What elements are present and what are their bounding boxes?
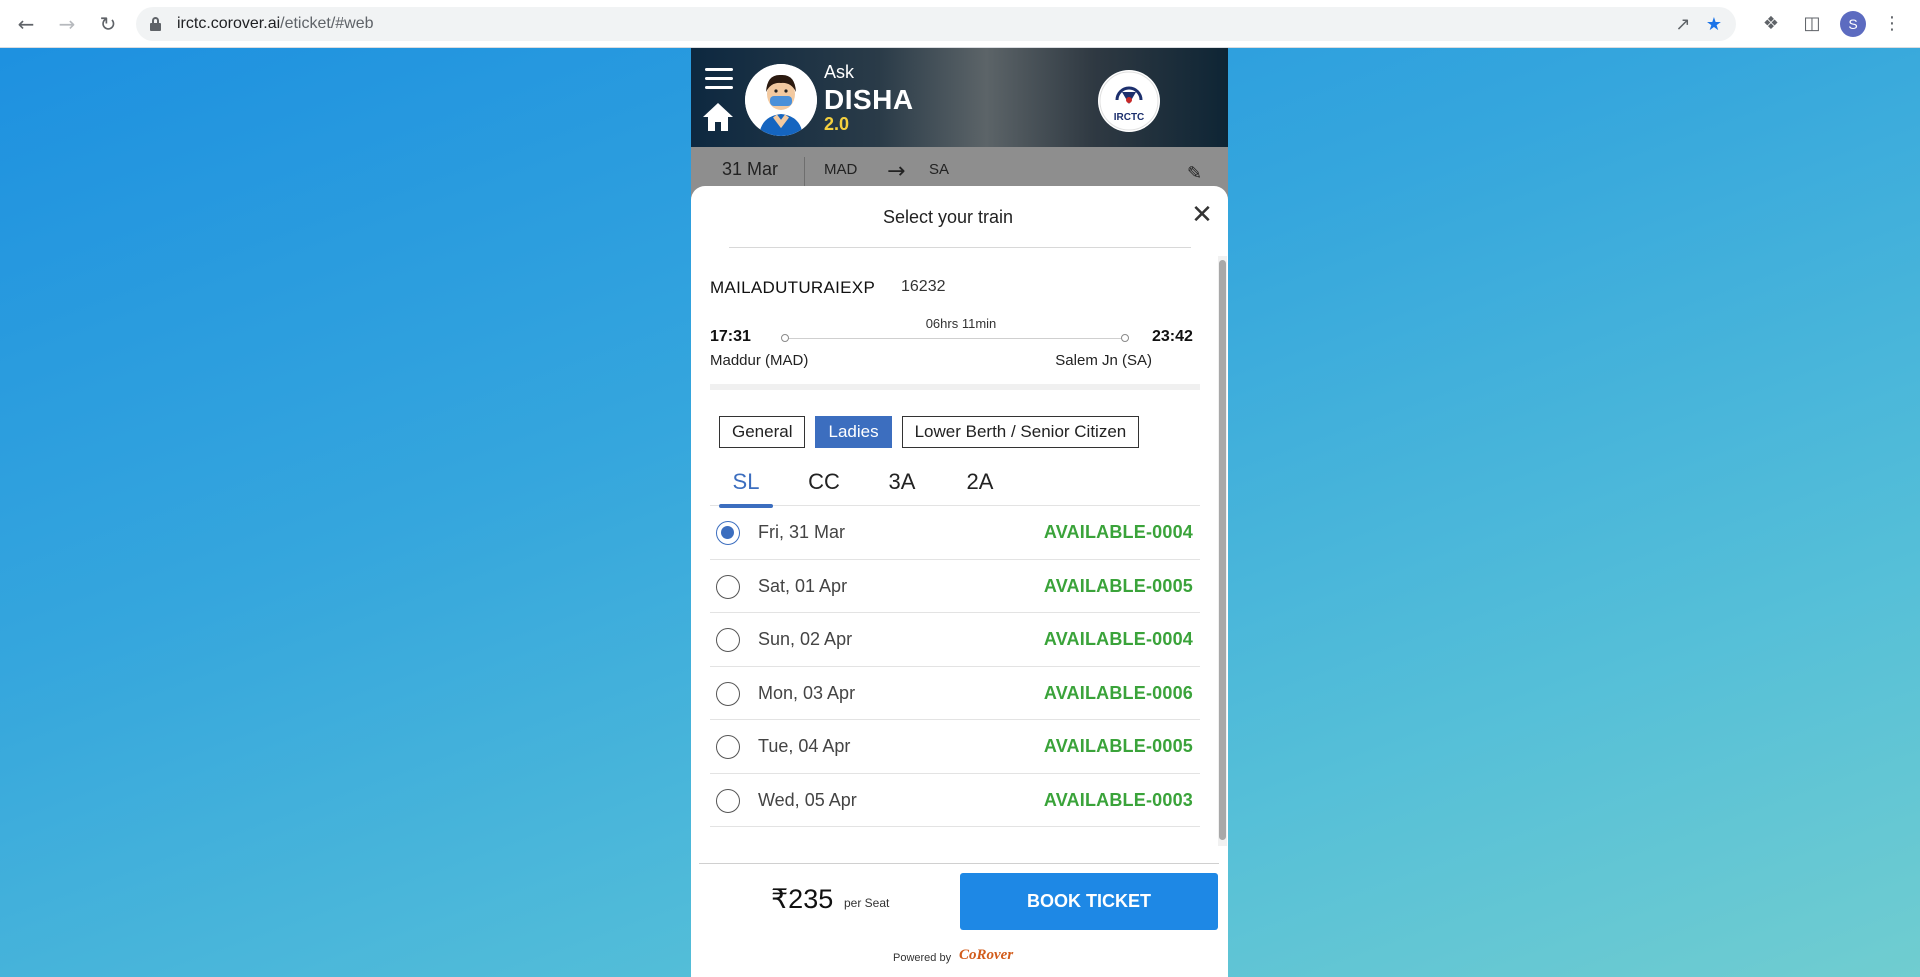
tab-sl[interactable]: SL xyxy=(719,466,773,508)
irctc-logo: IRCTC xyxy=(1098,70,1160,132)
select-train-sheet: Select your train ✕ MAILADUTURAIEXP 1623… xyxy=(691,186,1228,977)
date-radio[interactable] xyxy=(716,788,740,813)
availability-date: Sat, 01 Apr xyxy=(758,575,848,596)
tab-2a[interactable]: 2A xyxy=(953,466,1007,506)
availability-status: AVAILABLE-0005 xyxy=(1043,575,1193,596)
availability-list: Fri, 31 Mar AVAILABLE-0004 Sat, 01 Apr A… xyxy=(710,506,1200,827)
irctc-logo-text: IRCTC xyxy=(1113,112,1145,123)
route-line xyxy=(784,338,1126,339)
scrollbar-thumb[interactable] xyxy=(1219,260,1226,840)
title-divider xyxy=(729,247,1191,248)
kebab-menu-icon[interactable]: ⋮ xyxy=(1881,13,1903,35)
availability-status: AVAILABLE-0006 xyxy=(1043,682,1193,703)
corover-logo: CoRover xyxy=(959,947,1014,963)
per-seat-label: per Seat xyxy=(844,896,890,910)
departure-time: 17:31 xyxy=(710,328,751,345)
date-radio[interactable] xyxy=(716,735,740,759)
availability-date: Sun, 02 Apr xyxy=(758,629,853,649)
train-number: 16232 xyxy=(901,278,946,295)
version-label: 2.0 xyxy=(824,114,850,134)
availability-row[interactable]: Fri, 31 Mar AVAILABLE-0004 xyxy=(710,506,1200,560)
quota-general-button[interactable]: General xyxy=(719,416,806,448)
availability-row[interactable]: Mon, 03 Apr AVAILABLE-0006 xyxy=(710,667,1200,720)
url-text[interactable]: irctc.corover.ai/eticket/#web xyxy=(177,15,374,33)
to-station-code: SA xyxy=(929,161,950,178)
side-panel-icon[interactable]: ◫ xyxy=(1801,13,1823,35)
ask-label: Ask xyxy=(824,62,855,82)
destination-dot xyxy=(1121,334,1129,342)
powered-by-label: Powered by xyxy=(893,952,952,964)
edit-pencil-icon[interactable]: ✎ xyxy=(1187,163,1202,184)
availability-row[interactable]: Wed, 05 Apr AVAILABLE-0003 xyxy=(710,774,1200,827)
availability-date: Fri, 31 Mar xyxy=(758,522,846,542)
availability-status: AVAILABLE-0004 xyxy=(1043,629,1193,649)
arrival-time: 23:42 xyxy=(1152,328,1193,345)
train-name: MAILADUTURAIEXP xyxy=(710,278,876,297)
app-title: DISHA xyxy=(824,84,914,115)
arrival-station: Salem Jn (SA) xyxy=(1055,352,1152,369)
back-arrow-icon[interactable]: ← xyxy=(13,11,39,37)
sheet-title: Select your train xyxy=(882,207,1014,227)
date-radio[interactable] xyxy=(716,628,740,652)
close-icon[interactable]: ✕ xyxy=(1189,202,1215,228)
forward-arrow-icon[interactable]: → xyxy=(54,11,80,37)
tab-cc[interactable]: CC xyxy=(797,466,851,506)
availability-row[interactable]: Sat, 01 Apr AVAILABLE-0005 xyxy=(710,560,1200,613)
quota-ladies-button[interactable]: Ladies xyxy=(815,416,892,448)
quota-selector: General Ladies Lower Berth / Senior Citize… xyxy=(719,416,1187,448)
hamburger-menu-icon[interactable] xyxy=(705,68,733,90)
availability-date: Mon, 03 Apr xyxy=(758,682,856,703)
journey-divider xyxy=(804,157,805,189)
app-header: Ask DISHA 2.0 IRCTC xyxy=(691,48,1228,147)
app-window: Ask DISHA 2.0 IRCTC 31 Mar MAD → SA ✎ Se… xyxy=(691,48,1228,977)
footer-divider xyxy=(699,863,1219,864)
disha-avatar xyxy=(745,64,817,136)
book-ticket-button[interactable]: BOOK TICKET xyxy=(960,873,1218,930)
origin-dot xyxy=(781,334,789,342)
departure-station: Maddur (MAD) xyxy=(710,352,809,369)
reload-icon[interactable]: ↻ xyxy=(95,11,121,37)
star-icon[interactable]: ★ xyxy=(1704,15,1724,35)
journey-duration: 06hrs 11min xyxy=(925,316,997,331)
availability-row[interactable]: Tue, 04 Apr AVAILABLE-0005 xyxy=(710,720,1200,774)
availability-row[interactable]: Sun, 02 Apr AVAILABLE-0004 xyxy=(710,613,1200,667)
availability-status: AVAILABLE-0004 xyxy=(1043,522,1193,542)
section-separator xyxy=(710,384,1200,390)
fare-price: ₹235 xyxy=(771,884,834,914)
puzzle-icon[interactable]: ❖ xyxy=(1760,13,1782,35)
date-radio[interactable] xyxy=(716,521,740,545)
tab-3a[interactable]: 3A xyxy=(875,466,929,506)
availability-status: AVAILABLE-0005 xyxy=(1043,736,1193,756)
quota-lower-berth-button[interactable]: Lower Berth / Senior Citizen xyxy=(901,416,1140,448)
availability-date: Wed, 05 Apr xyxy=(758,789,857,810)
profile-avatar[interactable]: S xyxy=(1840,11,1866,37)
browser-toolbar: ← → ↻ irctc.corover.ai/eticket/#web ↗ ★ … xyxy=(0,0,1920,48)
address-bar[interactable]: irctc.corover.ai/eticket/#web ↗ ★ xyxy=(136,7,1736,41)
share-icon[interactable]: ↗ xyxy=(1673,15,1693,35)
home-icon[interactable] xyxy=(701,101,735,133)
availability-date: Tue, 04 Apr xyxy=(758,736,851,756)
date-radio[interactable] xyxy=(716,681,740,706)
from-station-code: MAD xyxy=(824,161,858,178)
availability-status: AVAILABLE-0003 xyxy=(1043,789,1193,810)
lock-icon[interactable] xyxy=(150,17,161,31)
date-radio[interactable] xyxy=(716,574,740,599)
class-tabs: SL CC 3A 2A xyxy=(710,466,1200,508)
journey-date: 31 Mar xyxy=(722,159,779,179)
route-arrow-icon: → xyxy=(887,159,906,184)
